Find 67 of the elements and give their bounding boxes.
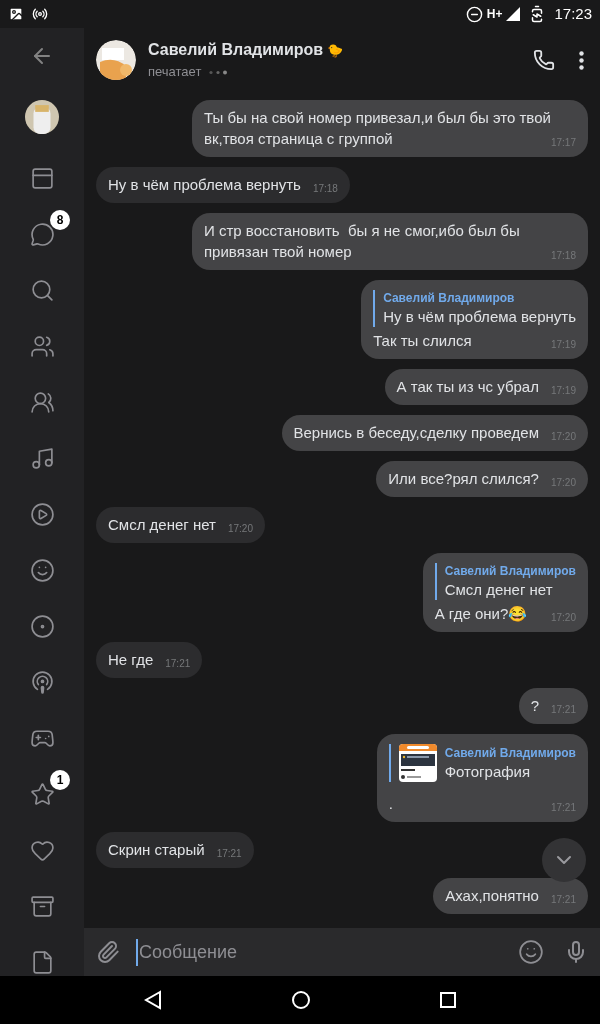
emoji-button[interactable]: [518, 939, 544, 965]
message-text: Ну в чём проблема вернуть: [108, 176, 301, 193]
target-icon: [29, 613, 55, 639]
quoted-text: Фотография: [444, 761, 532, 782]
phone-icon: [533, 49, 555, 71]
star-icon: [29, 781, 55, 807]
search-icon: [29, 277, 55, 303]
podcast-icon: [29, 669, 55, 695]
message-text: Не где: [108, 651, 154, 668]
network-type: H+: [486, 6, 503, 23]
reply-author: Савелий Владимиров: [444, 563, 576, 579]
play-icon: [29, 501, 55, 527]
music-note-icon: [29, 445, 55, 471]
contact-name: Савелий Владимиров: [148, 40, 324, 61]
signal-icon: [506, 7, 521, 21]
message-text: И стр восстановить бы я не смог,ибо был бы привязан твой номер: [204, 222, 521, 260]
message-text: Или все?рял слился?: [388, 470, 539, 487]
message-time: 17:21: [216, 847, 242, 861]
group-icon: [29, 389, 55, 415]
smiley-icon: [29, 557, 55, 583]
typing-dots-icon: [209, 69, 228, 75]
more-icon: [579, 50, 584, 70]
do-not-disturb-icon: [465, 5, 483, 23]
recents-nav-button[interactable]: [439, 992, 456, 1008]
sidebar-item[interactable]: [28, 780, 56, 808]
scroll-down-button[interactable]: [542, 838, 586, 882]
message-text: А так ты из чс убрал: [396, 378, 539, 395]
sidebar-item[interactable]: [28, 220, 56, 248]
message-bubble[interactable]: Ну в чём проблема вернуть 17:18: [96, 167, 350, 203]
message-input[interactable]: Сообщение: [136, 938, 506, 966]
hotspot-icon: [32, 6, 48, 22]
message-time: 17:18: [312, 182, 338, 196]
message-text: Ахах,понятно: [445, 887, 539, 904]
newsfeed-icon: [29, 165, 55, 191]
typing-status: печатает: [148, 63, 202, 82]
contact-avatar[interactable]: [96, 40, 136, 80]
image-icon: [8, 6, 24, 22]
message-text: Смсл денег нет: [108, 516, 216, 533]
quoted-text: Ну в чём проблема вернуть: [383, 307, 576, 327]
unread-badge: 1: [50, 770, 70, 790]
smiley-icon: [518, 939, 544, 965]
message-text: А где они?😂: [434, 605, 528, 622]
message-bubble[interactable]: Смсл денег нет 17:20: [96, 507, 265, 543]
avatar[interactable]: [22, 100, 62, 134]
message-bubble[interactable]: Скрин старый 17:21: [96, 832, 254, 868]
attach-button[interactable]: [96, 940, 120, 964]
chat-bubble-icon: [29, 221, 55, 247]
message-text: Вернись в беседу,сделку проведем: [293, 424, 539, 441]
message-time: 17:20: [227, 522, 253, 536]
archive-icon: [29, 893, 55, 919]
unread-badge: 8: [50, 210, 70, 230]
clock: 17:23: [554, 3, 592, 24]
message-text: .: [388, 795, 393, 812]
paperclip-icon: [96, 940, 120, 964]
back-nav-button[interactable]: [144, 990, 163, 1010]
reply-author: Савелий Владимиров: [383, 290, 516, 306]
message-field[interactable]: Сообщение: [84, 928, 600, 976]
quoted-text: Смсл денег нет: [444, 580, 554, 600]
message-text: Скрин старый: [108, 841, 205, 858]
message-text: ?: [530, 697, 539, 714]
message-time: 17:21: [165, 657, 191, 671]
name-emoji: 🐤: [327, 41, 344, 60]
home-nav-button[interactable]: [291, 990, 311, 1010]
message-text: Так ты слился: [373, 332, 472, 349]
reply-author: Савелий Владимиров: [444, 744, 576, 761]
people-icon: [29, 333, 55, 359]
message-bubble[interactable]: Не где 17:21: [96, 642, 203, 678]
